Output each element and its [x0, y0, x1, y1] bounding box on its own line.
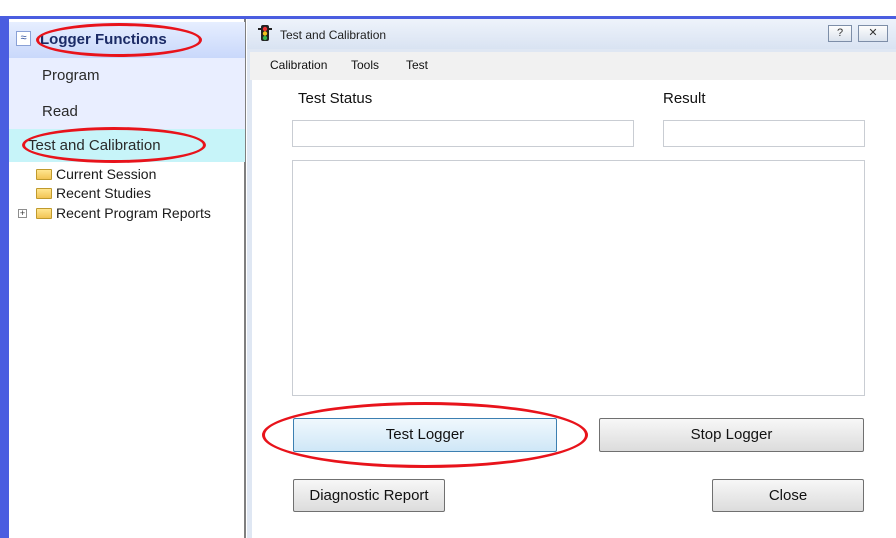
folder-icon: [36, 169, 52, 180]
sidebar-item-label: Read: [42, 103, 78, 120]
menu-tools[interactable]: Tools: [351, 58, 379, 72]
tree-item-recent-program-reports[interactable]: Recent Program Reports: [16, 205, 245, 221]
folder-icon: [36, 188, 52, 199]
close-icon[interactable]: ✕: [858, 25, 888, 42]
annotation-ellipse-logger-functions: [36, 23, 202, 57]
window-border-left: [0, 16, 9, 538]
help-button[interactable]: ?: [828, 25, 852, 42]
sidebar-item-label: Program: [42, 67, 100, 84]
test-log-area[interactable]: [292, 160, 865, 396]
tree-item-recent-studies[interactable]: Recent Studies: [16, 185, 236, 201]
menu-bar: [250, 52, 896, 80]
test-status-field[interactable]: [292, 120, 634, 147]
tree-item-label: Recent Studies: [56, 185, 151, 201]
top-strip: [0, 0, 896, 16]
stop-logger-button[interactable]: Stop Logger: [599, 418, 864, 452]
collapse-icon[interactable]: ≈: [16, 31, 31, 46]
folder-icon: [36, 208, 52, 219]
diagnostic-report-button[interactable]: Diagnostic Report: [293, 479, 445, 512]
annotation-ellipse-test-logger: [262, 402, 588, 468]
tree-item-label: Current Session: [56, 166, 157, 182]
annotation-ellipse-test-and-calibration: [22, 127, 206, 163]
result-label: Result: [663, 90, 706, 107]
dialog-title: Test and Calibration: [280, 28, 387, 42]
traffic-light-icon: [258, 25, 272, 41]
tree-item-current-session[interactable]: Current Session: [16, 166, 236, 182]
tree-item-label: Recent Program Reports: [56, 205, 211, 221]
menu-test[interactable]: Test: [406, 58, 428, 72]
close-button[interactable]: Close: [712, 479, 864, 512]
result-field[interactable]: [663, 120, 865, 147]
test-status-label: Test Status: [298, 90, 373, 107]
menu-calibration[interactable]: Calibration: [270, 58, 327, 72]
